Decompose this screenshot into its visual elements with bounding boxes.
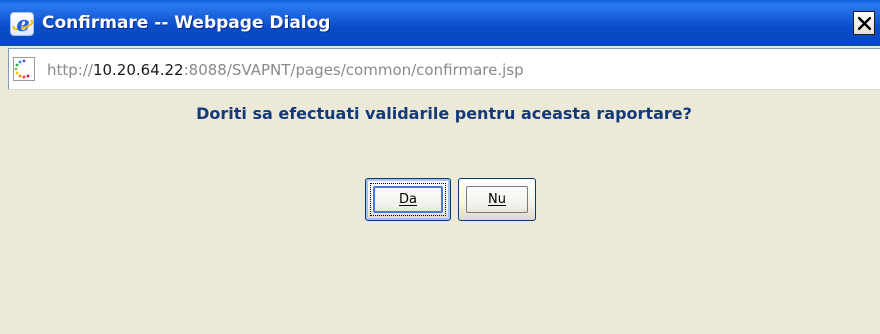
url-host: 10.20.64.22 [92, 61, 184, 79]
close-icon [858, 17, 871, 30]
url-text: http://10.20.64.22:8088/SVAPNT/pages/com… [47, 49, 524, 89]
confirm-question: Doriti sa efectuati validarile pentru ac… [196, 104, 692, 123]
dialog-content: Doriti sa efectuati validarile pentru ac… [8, 90, 880, 334]
url-scheme: http:// [47, 61, 93, 79]
yes-button[interactable]: Da [365, 178, 451, 221]
url-path: :8088/SVAPNT/pages/common/confirmare.jsp [183, 61, 524, 79]
yes-button-label: Da [399, 192, 417, 207]
title-bar[interactable]: e Confirmare -- Webpage Dialog [0, 0, 880, 46]
loading-page-icon [13, 57, 35, 81]
window-title: Confirmare -- Webpage Dialog [42, 13, 331, 33]
address-bar: http://10.20.64.22:8088/SVAPNT/pages/com… [8, 48, 880, 90]
dialog-window: e Confirmare -- Webpage Dialog http://10… [0, 0, 880, 334]
ie-logo-icon: e [10, 11, 35, 36]
no-button[interactable]: Nu [458, 178, 536, 221]
close-button[interactable] [853, 11, 875, 35]
no-button-label: Nu [488, 192, 506, 207]
